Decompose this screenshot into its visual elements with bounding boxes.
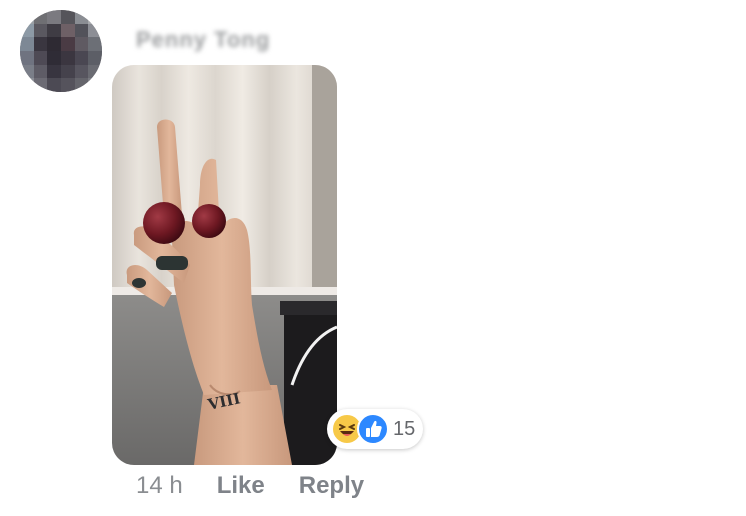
avatar[interactable]: [20, 10, 102, 92]
reply-button[interactable]: Reply: [299, 472, 364, 500]
comment-photo[interactable]: VIII: [112, 65, 337, 465]
photo-image: VIII: [112, 65, 337, 465]
thumbs-up-icon: [357, 413, 389, 445]
like-button[interactable]: Like: [217, 472, 265, 500]
author-name[interactable]: Penny Tong: [136, 27, 288, 55]
timestamp[interactable]: 14 h: [136, 472, 183, 500]
reactions-summary[interactable]: 15: [327, 409, 424, 449]
comment: Penny Tong VIII 15 14 h Like Reply: [0, 0, 746, 516]
reaction-count: 15: [393, 417, 416, 440]
comment-actions: 14 h Like Reply: [136, 470, 364, 502]
